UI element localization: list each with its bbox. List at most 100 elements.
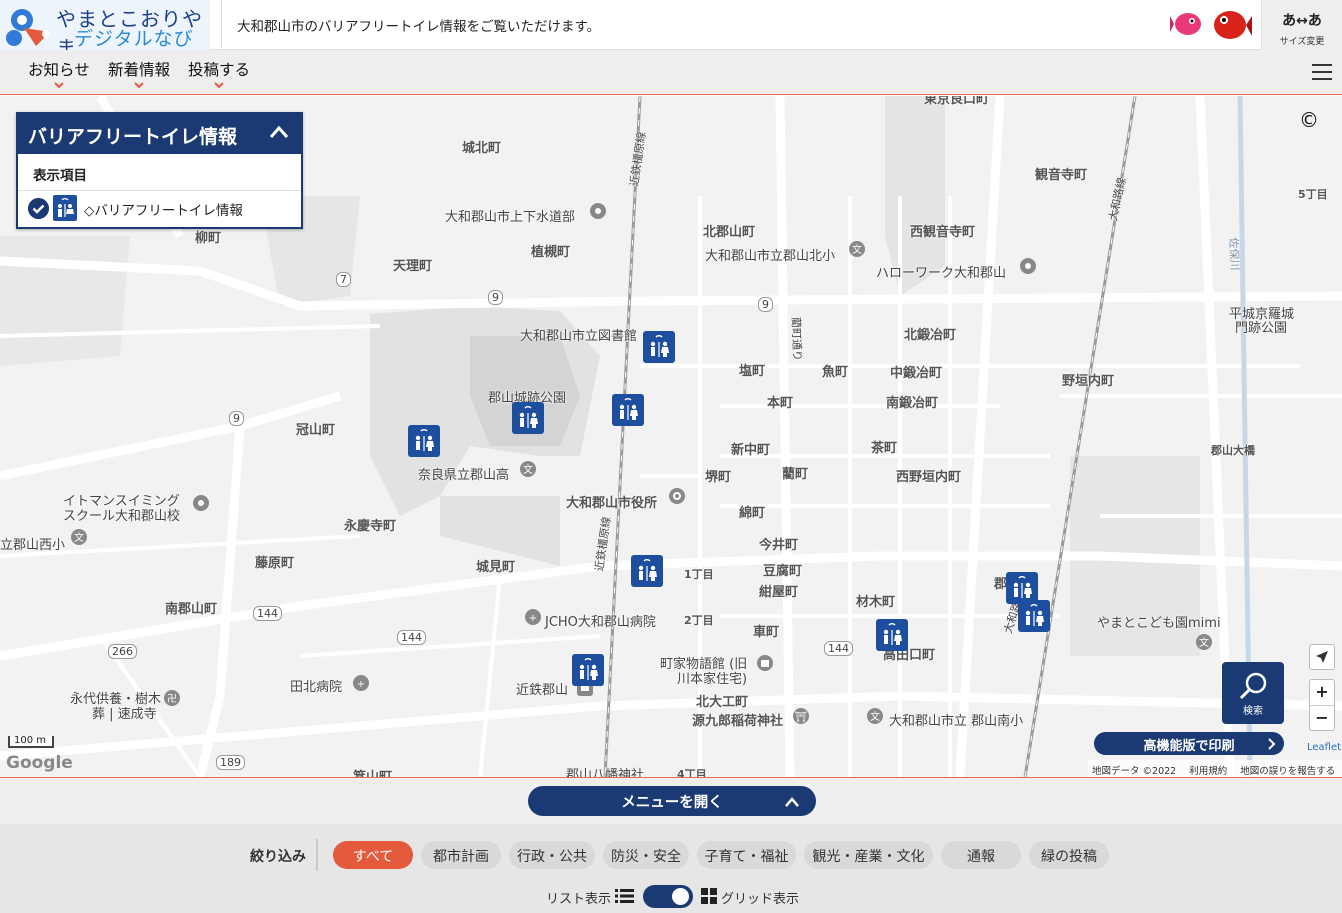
place-label: 東京良口町 (924, 96, 990, 107)
list-view-label[interactable]: リスト表示 (546, 888, 611, 907)
hospital-icon[interactable]: + (524, 608, 542, 626)
legend-title: バリアフリートイレ情報 (28, 126, 238, 148)
museum-icon[interactable] (756, 654, 774, 672)
poi-label: スクール大和郡山校 (63, 509, 181, 524)
nav-item-post[interactable]: 投稿する (188, 58, 251, 89)
place-label: 中鍛冶町 (890, 366, 943, 381)
chevron-right-icon (1268, 738, 1276, 750)
report-error-link[interactable]: 地図の誤りを報告する (1240, 766, 1335, 777)
school-icon[interactable]: 文 (866, 707, 884, 725)
poi-label: 田北病院 (290, 680, 343, 695)
school-icon[interactable]: 文 (848, 240, 866, 258)
location-pin-icon[interactable] (589, 202, 607, 220)
place-label: 綿町 (739, 506, 766, 521)
poi-label: 郡山八幡神社 (566, 768, 645, 777)
filter-chip-report[interactable]: 通報 (941, 841, 1021, 869)
school-icon[interactable]: 文 (519, 460, 537, 478)
grid-view-label[interactable]: グリッド表示 (721, 888, 799, 907)
print-button[interactable]: 高機能版で印刷 (1094, 732, 1284, 755)
legend-layer-item[interactable]: ◇バリアフリートイレ情報 (18, 191, 301, 227)
place-label: 5丁目 (1298, 188, 1328, 201)
filter-chip-tourism-culture[interactable]: 観光・産業・文化 (804, 841, 933, 869)
place-label: 柳町 (195, 231, 222, 246)
school-icon[interactable]: 文 (70, 528, 88, 546)
location-pin-icon[interactable] (1019, 257, 1037, 275)
main-nav: お知らせ 新着情報 投稿する (0, 50, 1342, 95)
accessible-toilet-marker-icon[interactable] (408, 425, 440, 457)
filter-chip-administration[interactable]: 行政・公共 (509, 841, 595, 869)
school-icon[interactable]: 文 (1195, 633, 1213, 651)
chevron-down-icon (134, 82, 144, 89)
chevron-down-icon (54, 82, 64, 89)
shrine-icon[interactable]: ⛩ (792, 707, 810, 725)
accessible-toilet-marker-icon[interactable] (572, 654, 604, 686)
temple-icon[interactable]: 卍 (163, 689, 181, 707)
font-size-label: サイズ変更 (1279, 37, 1325, 47)
open-menu-label: メニューを開く (621, 795, 723, 811)
poi-label: 立郡山西小 (0, 538, 66, 553)
open-menu-button[interactable]: メニューを開く (528, 786, 816, 816)
poi-label: ハローワーク大和郡山 (876, 266, 1007, 281)
locate-button[interactable] (1309, 644, 1335, 670)
filter-chip-all[interactable]: すべて (333, 841, 413, 869)
svg-text:文: 文 (523, 463, 533, 476)
accessible-toilet-marker-icon[interactable] (643, 331, 675, 363)
poi-label: 葬 | 速成寺 (92, 707, 157, 722)
google-logo: Google (6, 753, 73, 773)
city-hall-icon[interactable] (668, 487, 686, 505)
font-size-button[interactable]: あ↔あ サイズ変更 (1261, 0, 1342, 50)
legend-section-title: 表示項目 (18, 154, 301, 191)
copyright-icon[interactable]: © (1299, 108, 1319, 132)
search-button-label: 検索 (1243, 706, 1263, 717)
route-number: 144 (397, 630, 426, 645)
accessible-toilet-marker-icon[interactable] (612, 394, 644, 426)
route-number: 189 (216, 755, 245, 770)
filter-chip-green-posts[interactable]: 緑の投稿 (1029, 841, 1109, 869)
place-label: 大和郡山市役所 (566, 496, 658, 511)
legend-header[interactable]: バリアフリートイレ情報 (18, 114, 301, 154)
place-label: 郡山大橋 (1211, 444, 1255, 457)
zoom-in-button[interactable]: + (1310, 680, 1334, 706)
poi-label: 奈良県立郡山高 (418, 468, 510, 483)
map-attribution: 地図データ ©2022 利用規約 地図の誤りを報告する (1088, 760, 1342, 777)
list-view-icon[interactable] (615, 888, 635, 904)
place-label: 箕山町 (353, 766, 392, 777)
location-pin-icon[interactable] (192, 494, 210, 512)
accessible-toilet-marker-icon[interactable] (1018, 600, 1050, 632)
checkmark-icon[interactable] (28, 198, 49, 219)
site-logo[interactable]: やまとこおりやま デジタルなび (0, 0, 210, 50)
chevron-down-icon (214, 82, 224, 89)
route-number: 9 (488, 290, 503, 305)
zoom-control: + − (1309, 679, 1335, 731)
filter-chip-disaster-safety[interactable]: 防災・安全 (603, 841, 689, 869)
chevron-up-icon[interactable] (269, 125, 289, 139)
place-label: 茶町 (871, 441, 898, 456)
poi-label: 大和郡山市立図書館 (520, 329, 638, 344)
accessible-toilet-marker-icon[interactable] (876, 619, 908, 651)
svg-text:⛩: ⛩ (795, 711, 808, 723)
chevron-up-icon (785, 797, 799, 807)
svg-text:文: 文 (74, 531, 84, 544)
toggle-knob (672, 888, 689, 905)
accessible-toilet-marker-icon[interactable] (512, 402, 544, 434)
accessible-toilet-marker-icon[interactable] (631, 555, 663, 587)
view-toggle-switch[interactable] (643, 885, 693, 908)
terms-link[interactable]: 利用規約 (1189, 766, 1227, 777)
zoom-out-button[interactable]: − (1310, 706, 1334, 731)
nav-item-label: 投稿する (188, 61, 251, 79)
place-label: 4丁目 (677, 768, 707, 777)
filter-chip-urban-planning[interactable]: 都市計画 (421, 841, 501, 869)
hospital-icon[interactable]: + (352, 674, 370, 692)
nav-item-latest[interactable]: 新着情報 (108, 58, 170, 89)
poi-label: やまとこども園mimi (1097, 616, 1221, 631)
grid-view-icon[interactable] (701, 888, 717, 904)
leaflet-link[interactable]: Leaflet (1307, 742, 1341, 753)
search-button[interactable]: 検索 (1222, 662, 1284, 724)
place-label: 城北町 (462, 141, 502, 156)
place-label: 西観音寺町 (910, 225, 976, 240)
legend-layer-label: ◇バリアフリートイレ情報 (84, 203, 243, 219)
hamburger-menu-icon[interactable] (1312, 64, 1332, 80)
filter-chip-childcare-welfare[interactable]: 子育て・福祉 (697, 841, 796, 869)
nav-item-news[interactable]: お知らせ (28, 58, 90, 89)
accessible-toilet-icon (53, 195, 77, 221)
